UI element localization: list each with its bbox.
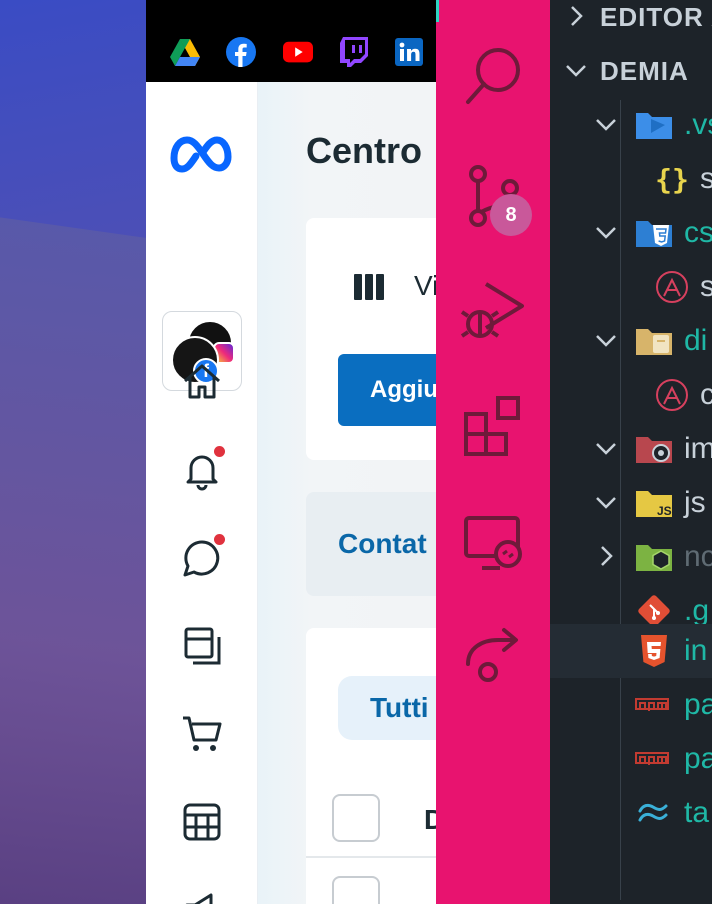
chevron-down-icon[interactable] [594, 112, 618, 136]
chevron-down-icon[interactable] [594, 328, 618, 352]
linkedin-icon[interactable] [394, 37, 424, 67]
dist-folder-icon [634, 321, 674, 361]
vscode-activity-bar [436, 0, 550, 904]
node-modules-folder-icon [634, 537, 674, 577]
browser-window: f Centro Vi Aggiu Contat Tutti D [146, 0, 438, 904]
table-divider [306, 856, 438, 858]
select-all-checkbox[interactable] [332, 794, 380, 842]
contacts-tab-bar: Contat [306, 492, 438, 596]
tree-item-settings[interactable]: {} s [550, 152, 712, 206]
svg-text:JS: JS [657, 504, 672, 518]
columns-view-icon[interactable] [354, 274, 386, 300]
css-folder-icon [634, 213, 674, 253]
tree-item-js[interactable]: JS js [550, 476, 712, 530]
notification-dot [214, 446, 225, 457]
tree-item-img[interactable]: im [550, 422, 712, 476]
html5-file-icon [634, 631, 674, 671]
npm-file-icon [634, 685, 670, 725]
file-label: .vs [684, 108, 712, 141]
source-control-badge: 8 [490, 194, 532, 236]
megaphone-ads-icon[interactable] [180, 888, 224, 904]
tree-item-vscode[interactable]: .vs [550, 98, 712, 152]
tailwind-file-icon [634, 793, 674, 833]
view-label[interactable]: Vi [414, 270, 438, 302]
add-button[interactable]: Aggiu [338, 354, 438, 426]
chevron-down-icon[interactable] [564, 58, 588, 82]
json-braces-icon: {} [655, 162, 689, 196]
tab-contacts[interactable]: Contat [338, 528, 427, 560]
meta-main-content: Centro Vi Aggiu Contat Tutti D [258, 82, 438, 904]
filter-all-pill[interactable]: Tutti [338, 676, 438, 740]
vscode-explorer: EDITOR A DEMIA .vs {} s cs s di c im [550, 0, 712, 904]
meta-logo-icon[interactable] [168, 130, 238, 178]
tree-item-index-html[interactable]: in [550, 624, 712, 678]
desktop-wallpaper [0, 0, 148, 904]
file-label: in [684, 634, 708, 667]
tree-item-package-lock[interactable]: pa [550, 732, 712, 786]
home-icon[interactable] [180, 360, 224, 404]
table-grid-icon[interactable] [180, 800, 224, 844]
run-debug-icon[interactable] [458, 276, 528, 346]
twitch-icon[interactable] [339, 37, 369, 67]
file-label: js [684, 486, 706, 519]
window-edge-accent [436, 0, 439, 22]
file-label: .g [684, 594, 710, 627]
view-card: Vi Aggiu [306, 218, 438, 460]
shopping-cart-icon[interactable] [180, 712, 224, 756]
live-share-icon[interactable] [458, 620, 528, 690]
facebook-icon[interactable] [226, 37, 256, 67]
extensions-icon[interactable] [458, 392, 528, 462]
tree-item-tailwind-config[interactable]: ta [550, 786, 712, 840]
js-folder-icon: JS [634, 483, 674, 523]
images-folder-icon [634, 429, 674, 469]
remote-explorer-icon[interactable] [458, 508, 528, 578]
google-drive-icon[interactable] [170, 37, 200, 67]
vscode-folder-icon [634, 105, 674, 145]
sass-file-icon [652, 267, 692, 307]
row-checkbox[interactable] [332, 876, 380, 904]
chevron-down-icon[interactable] [594, 220, 618, 244]
npm-file-icon [634, 739, 670, 779]
tree-item-node-modules[interactable]: nc [550, 530, 712, 584]
file-label: pa [684, 742, 712, 775]
meta-sidebar: f [146, 82, 258, 904]
tree-item-dist[interactable]: di [550, 314, 712, 368]
file-label: c [700, 378, 712, 411]
file-label: di [684, 324, 708, 357]
page-title: Centro [306, 130, 422, 171]
file-label: nc [684, 540, 712, 573]
file-label: cs [684, 216, 712, 249]
message-dot [214, 534, 225, 545]
sass-file-icon [652, 375, 692, 415]
file-label: ta [684, 796, 710, 829]
chevron-down-icon[interactable] [594, 436, 618, 460]
chevron-down-icon[interactable] [594, 490, 618, 514]
chevron-right-icon[interactable] [564, 4, 588, 28]
file-label: im [684, 432, 712, 465]
file-label: s [700, 162, 712, 195]
chevron-right-icon[interactable] [594, 544, 618, 568]
project-header[interactable]: DEMIA [600, 56, 689, 87]
tree-item-package-json[interactable]: pa [550, 678, 712, 732]
open-editors-header[interactable]: EDITOR A [600, 2, 712, 33]
content-pages-icon[interactable] [180, 624, 224, 668]
search-icon[interactable] [458, 40, 528, 110]
file-label: pa [684, 688, 712, 721]
tree-item-dist-file[interactable]: c [550, 368, 712, 422]
bookmarks-bar [146, 0, 438, 82]
contacts-table-card: Tutti D [306, 628, 438, 904]
youtube-icon[interactable] [283, 37, 313, 67]
file-label: s [700, 270, 712, 303]
tree-item-css[interactable]: cs [550, 206, 712, 260]
tree-item-css-file[interactable]: s [550, 260, 712, 314]
